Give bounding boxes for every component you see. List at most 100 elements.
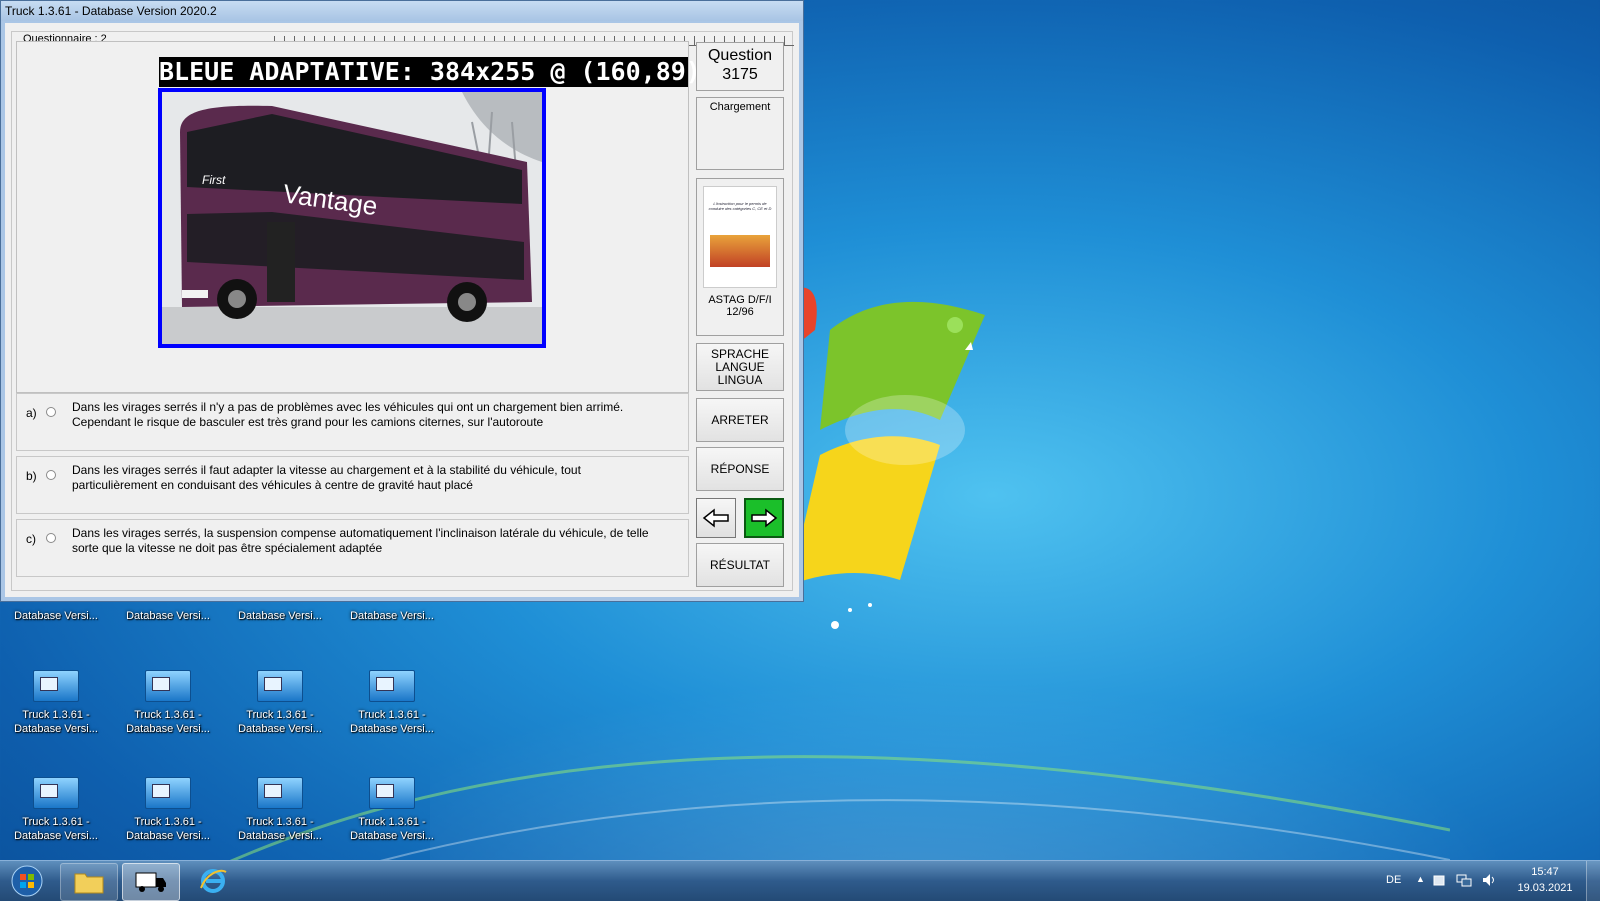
desktop-icon-truck[interactable]: Truck 1.3.61 - Database Versi... (230, 777, 330, 843)
answer-option-b[interactable]: b) Dans les virages serrés il faut adapt… (16, 456, 689, 514)
truck-icon (135, 872, 166, 892)
answer-text-line: sorte que la vitesse ne doit pas être sp… (72, 541, 383, 555)
usb-device-icon[interactable] (1432, 873, 1446, 887)
answer-text-line: Dans les virages serrés il n'y a pas de … (72, 400, 624, 414)
stop-button-label: ARRETER (711, 412, 769, 427)
answer-letter: b) (26, 469, 37, 483)
desktop-icon-label-partial[interactable]: Database Versi... (342, 610, 442, 622)
answer-letter: a) (26, 406, 37, 420)
desktop-icon-truck[interactable]: Truck 1.3.61 - Database Versi... (342, 670, 442, 736)
answer-text-line: particulièrement en conduisant des véhic… (72, 478, 473, 492)
result-button-label: RÉSULTAT (709, 557, 770, 572)
clock-date[interactable]: 19.03.2021 (1512, 882, 1578, 894)
answer-button-label: RÉPONSE (710, 461, 770, 476)
truck-app-icon (33, 670, 79, 702)
language-label-fr: LANGUE (715, 359, 765, 374)
start-button[interactable] (4, 863, 50, 899)
book-cover: L'instruction pour le permis de conduire… (703, 186, 777, 288)
language-indicator[interactable]: DE (1386, 874, 1401, 886)
truck-app-icon (257, 670, 303, 702)
book-edition: 12/96 (726, 306, 754, 318)
answer-radio-c[interactable] (46, 533, 56, 543)
taskbar-truck-app[interactable] (122, 863, 180, 901)
truck-app-icon (257, 777, 303, 809)
volume-icon[interactable] (1482, 873, 1496, 887)
question-photo: Vantage First (158, 88, 546, 348)
answer-option-a[interactable]: a) Dans les virages serrés il n'y a pas … (16, 393, 689, 451)
book-cover-text: L'instruction pour le permis de conduire… (708, 201, 772, 211)
desktop-icon-label-partial[interactable]: Database Versi... (6, 610, 106, 622)
truck-app-icon (369, 777, 415, 809)
question-label: Question (707, 47, 773, 64)
answer-text-line: Cependant le risque de basculer est très… (72, 415, 544, 429)
previous-button[interactable] (696, 498, 736, 538)
show-desktop-button[interactable] (1586, 861, 1600, 901)
desktop-icon-label: Truck 1.3.61 - (358, 816, 426, 828)
truck-app-icon (369, 670, 415, 702)
answer-text-line: Dans les virages serrés il faut adapter … (72, 463, 581, 477)
answer-text: Dans les virages serrés, la suspension c… (72, 526, 682, 556)
network-icon[interactable] (1456, 873, 1472, 887)
desktop-icon-truck[interactable]: Truck 1.3.61 - Database Versi... (6, 777, 106, 843)
desktop-icon-label: Truck 1.3.61 - (358, 709, 426, 721)
desktop-icon-truck[interactable]: Truck 1.3.61 - Database Versi... (342, 777, 442, 843)
truck-app-icon (33, 777, 79, 809)
answer-text-line: Dans les virages serrés, la suspension c… (72, 526, 649, 540)
desktop-icon-label: Truck 1.3.61 - (134, 816, 202, 828)
question-number: 3175 (722, 66, 758, 83)
desktop-swoosh (150, 755, 1450, 900)
language-button[interactable]: SPRACHE LANGUE LINGUA (696, 343, 784, 391)
language-label-it: LINGUA (717, 372, 763, 387)
desktop-icon-truck[interactable]: Truck 1.3.61 - Database Versi... (6, 670, 106, 736)
desktop-icon-label: Database Versi... (14, 830, 98, 842)
answer-button[interactable]: RÉPONSE (696, 447, 784, 491)
desktop-icon-truck[interactable]: Truck 1.3.61 - Database Versi... (230, 670, 330, 736)
window-title: Truck 1.3.61 - Database Version 2020.2 (5, 4, 217, 18)
desktop-icon-label: Database Versi... (126, 830, 210, 842)
taskbar-internet-explorer[interactable] (185, 863, 241, 899)
internet-explorer-icon (200, 869, 227, 893)
book-cover-bus (710, 235, 770, 267)
left-arrow-icon (702, 508, 729, 528)
desktop-icon-label: Truck 1.3.61 - (246, 709, 314, 721)
clock-time[interactable]: 15:47 (1520, 866, 1570, 878)
answer-option-c[interactable]: c) Dans les virages serrés, la suspensio… (16, 519, 689, 577)
desktop-icon-label: Database Versi... (238, 723, 322, 735)
desktop-icon-label-partial[interactable]: Database Versi... (230, 610, 330, 622)
folder-icon (74, 873, 104, 894)
book-source: ASTAG D/F/I (708, 294, 772, 306)
desktop-icon-label: Database Versi... (126, 723, 210, 735)
desktop-icon-label: Truck 1.3.61 - (246, 816, 314, 828)
bus-operator-text: First (202, 173, 226, 187)
show-hidden-icons-arrow[interactable]: ▲ (1416, 874, 1425, 884)
windows-logo (790, 287, 985, 629)
desktop-icon-label: Database Versi... (14, 723, 98, 735)
question-category: Chargement (709, 101, 771, 113)
truck-app-icon (145, 670, 191, 702)
desktop-icon-label: Truck 1.3.61 - (134, 709, 202, 721)
stop-button[interactable]: ARRETER (696, 398, 784, 442)
image-debug-title: BLEUE ADAPTATIVE: 384x255 @ (160,89) (159, 57, 701, 87)
book-reference-box: L'instruction pour le permis de conduire… (696, 178, 784, 336)
answer-text: Dans les virages serrés il n'y a pas de … (72, 400, 682, 430)
windows-start-icon (11, 865, 43, 897)
result-button[interactable]: RÉSULTAT (696, 543, 784, 587)
desktop-icon-label: Database Versi... (350, 723, 434, 735)
desktop-icon-label: Database Versi... (350, 830, 434, 842)
app-window: Truck 1.3.61 - Database Version 2020.2 Q… (0, 0, 804, 602)
desktop-icon-truck[interactable]: Truck 1.3.61 - Database Versi... (118, 777, 218, 843)
taskbar-explorer[interactable] (60, 863, 118, 901)
window-titlebar[interactable]: Truck 1.3.61 - Database Version 2020.2 (1, 1, 803, 21)
language-label-de: SPRACHE (710, 346, 769, 361)
question-category-box: Chargement (696, 97, 784, 170)
desktop-icon-truck[interactable]: Truck 1.3.61 - Database Versi... (118, 670, 218, 736)
answer-radio-b[interactable] (46, 470, 56, 480)
answer-radio-a[interactable] (46, 407, 56, 417)
next-button[interactable] (744, 498, 784, 538)
taskbar: DE ▲ 15:47 19.03.2021 (0, 860, 1600, 901)
truck-app-icon (145, 777, 191, 809)
desktop-icon-label-partial[interactable]: Database Versi... (118, 610, 218, 622)
desktop-icon-label: Truck 1.3.61 - (22, 709, 90, 721)
answer-text: Dans les virages serrés il faut adapter … (72, 463, 682, 493)
desktop-icon-label: Truck 1.3.61 - (22, 816, 90, 828)
